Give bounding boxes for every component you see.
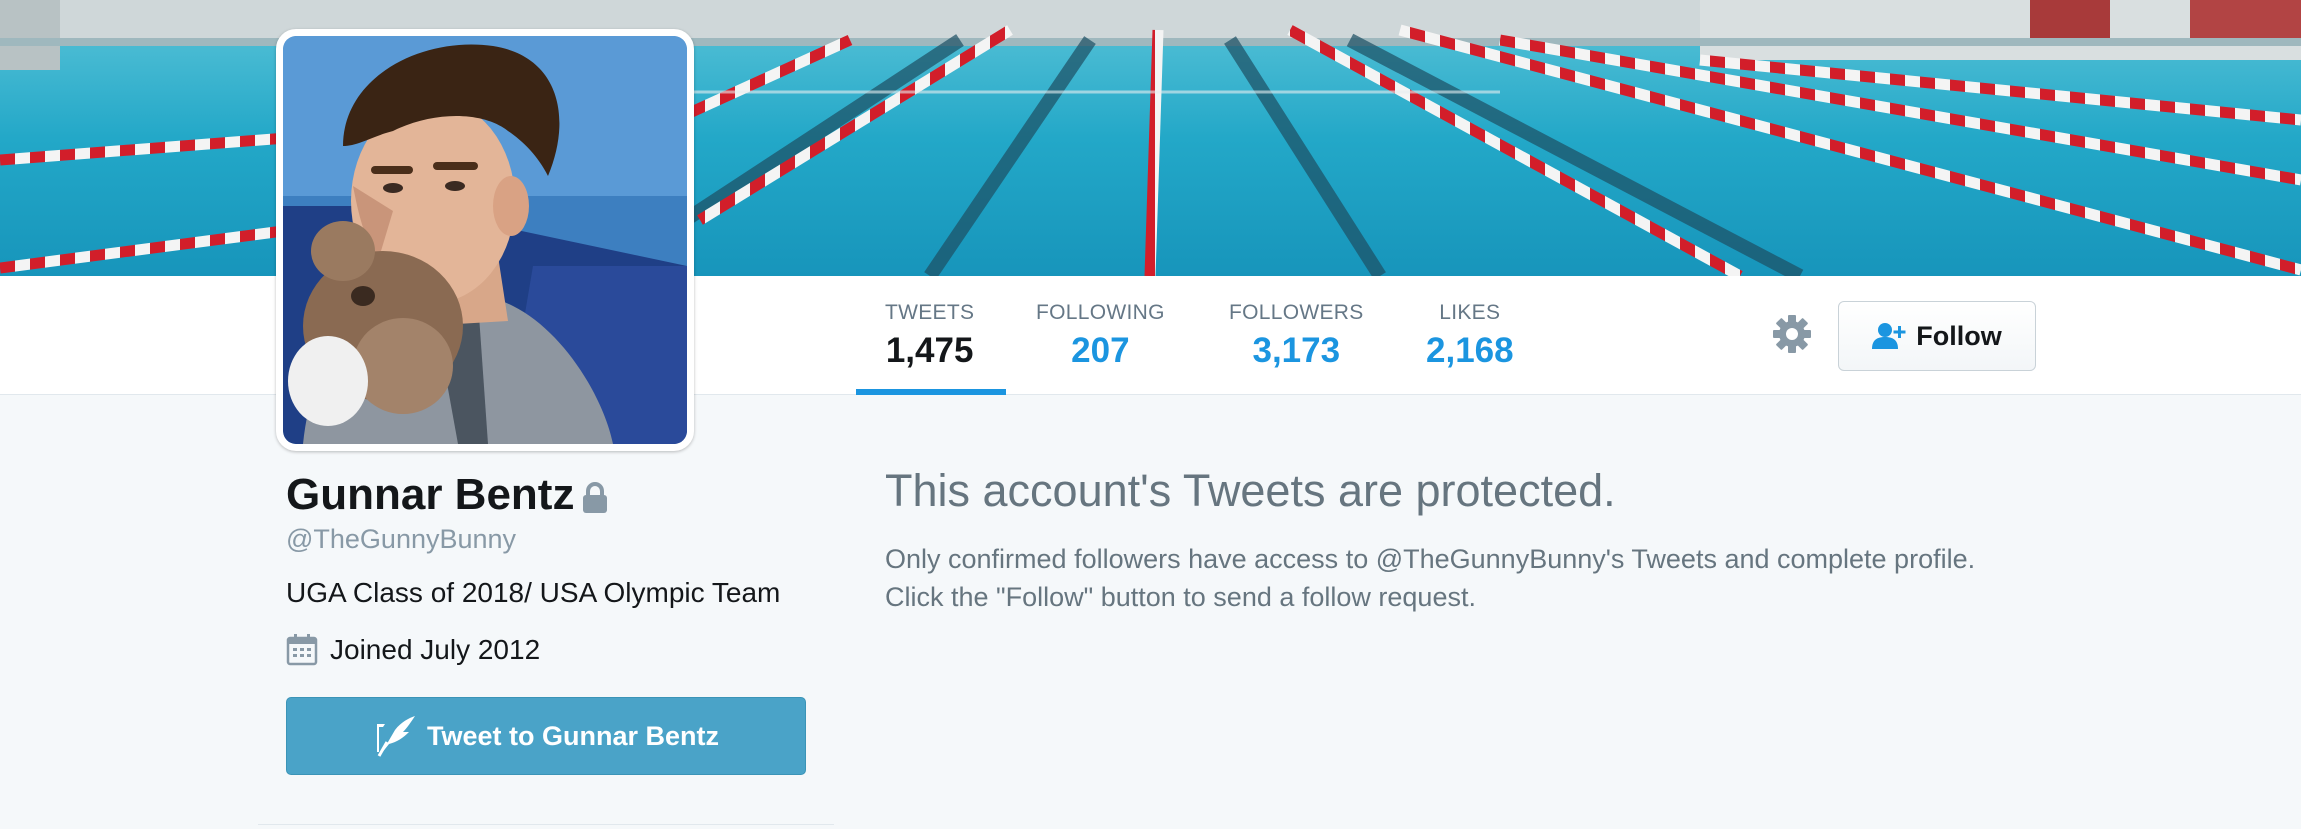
- profile-bio: UGA Class of 2018/ USA Olympic Team: [286, 577, 781, 608]
- profile-avatar[interactable]: [276, 29, 694, 451]
- avatar-photo: [283, 36, 687, 444]
- stat-followers[interactable]: FOLLOWERS 3,173: [1229, 302, 1364, 368]
- follow-button[interactable]: Follow: [1838, 301, 2036, 371]
- lock-icon: [583, 482, 608, 513]
- protected-message-line2: Click the "Follow" button to send a foll…: [885, 582, 1476, 612]
- stat-tweets-label: TWEETS: [885, 301, 975, 324]
- stat-likes-value: 2,168: [1426, 331, 1514, 370]
- profile-joined-date: Joined July 2012: [286, 634, 540, 666]
- stat-likes[interactable]: LIKES 2,168: [1426, 302, 1514, 368]
- stat-following-value: 207: [1071, 331, 1130, 370]
- tweet-to-button[interactable]: Tweet to Gunnar Bentz: [286, 697, 806, 775]
- stat-following[interactable]: FOLLOWING 207: [1036, 302, 1165, 368]
- active-tab-underline: [856, 389, 1006, 395]
- calendar-icon: [286, 634, 318, 666]
- profile-name-row: Gunnar Bentz: [286, 470, 608, 520]
- stat-following-label: FOLLOWING: [1036, 301, 1165, 324]
- stat-followers-value: 3,173: [1252, 331, 1341, 370]
- protected-title: This account's Tweets are protected.: [885, 465, 1616, 516]
- stat-likes-label: LIKES: [1439, 301, 1501, 324]
- add-person-icon: [1872, 323, 1906, 349]
- joined-text: Joined July 2012: [330, 634, 541, 665]
- stat-followers-label: FOLLOWERS: [1229, 301, 1364, 324]
- quill-icon: [376, 716, 415, 757]
- profile-handle[interactable]: @TheGunnyBunny: [286, 524, 516, 555]
- tweet-to-button-label: Tweet to Gunnar Bentz: [426, 720, 719, 751]
- protected-message-line1: Only confirmed followers have access to …: [885, 544, 1976, 574]
- follow-button-label: Follow: [1916, 320, 2002, 351]
- profile-name[interactable]: Gunnar Bentz: [286, 470, 574, 520]
- gear-icon[interactable]: [1771, 313, 1813, 355]
- profile-card-divider: [258, 824, 834, 825]
- stat-tweets-value: 1,475: [885, 331, 974, 370]
- stat-tweets[interactable]: TWEETS 1,475: [885, 302, 974, 368]
